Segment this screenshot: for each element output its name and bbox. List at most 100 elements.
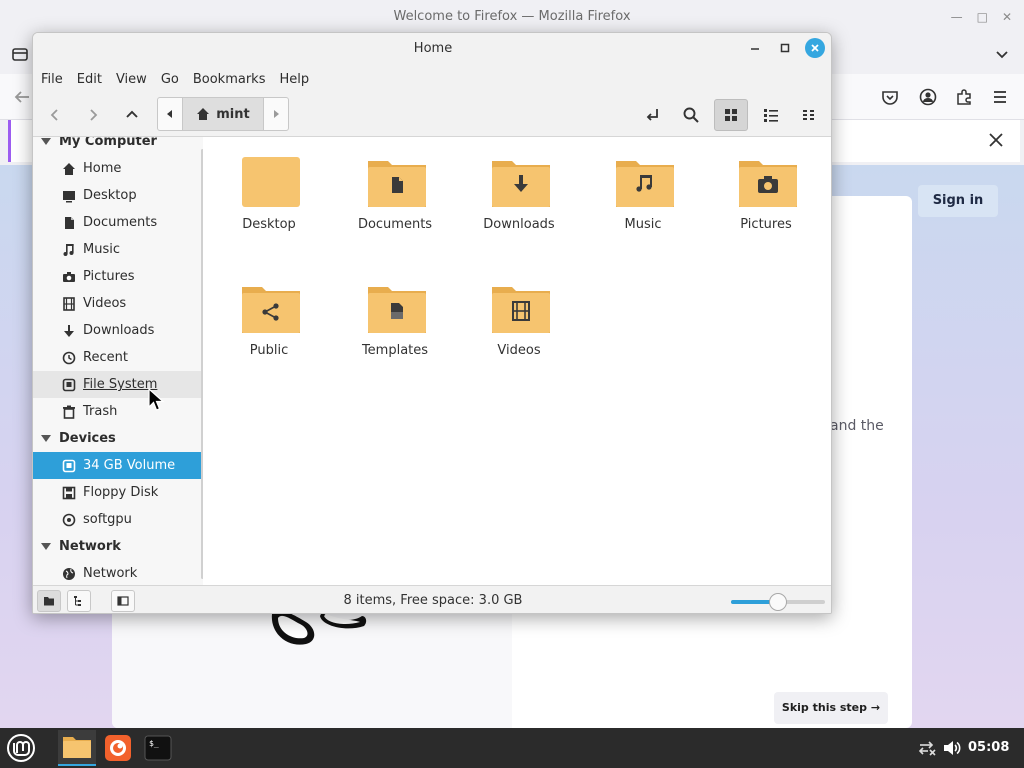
sidebar-item-downloads[interactable]: Downloads: [33, 317, 203, 344]
file-item-pictures[interactable]: Pictures: [711, 137, 821, 237]
menu-edit[interactable]: Edit: [77, 72, 110, 87]
sidebar-item-documents[interactable]: Documents: [33, 209, 203, 236]
triangle-right-icon: [274, 110, 279, 118]
sidebar-item-network[interactable]: Network: [33, 560, 203, 585]
sidebar-item-label: Trash: [83, 404, 118, 419]
list-view-button[interactable]: [757, 101, 785, 129]
sidebar-section-network[interactable]: Network: [33, 533, 203, 560]
tab-manager-icon[interactable]: [10, 44, 30, 64]
pocket-icon[interactable]: [880, 87, 900, 107]
back-button[interactable]: [41, 101, 69, 129]
file-item-music[interactable]: Music: [588, 137, 698, 237]
toolbar: mint: [33, 93, 831, 137]
file-item-videos[interactable]: Videos: [464, 263, 574, 363]
folder-public-icon: [242, 287, 300, 333]
minimize-icon: [751, 48, 759, 50]
up-button[interactable]: [118, 101, 146, 129]
volume-icon[interactable]: [942, 738, 962, 758]
firefox-window-controls: — □ ✕: [951, 0, 1012, 34]
taskbar: $_ 05:08: [0, 728, 1024, 768]
file-item-documents[interactable]: Documents: [340, 137, 450, 237]
path-right-button[interactable]: [264, 98, 288, 130]
path-crumb-home[interactable]: mint: [182, 98, 264, 130]
chevron-down-icon[interactable]: [992, 44, 1012, 64]
sidebar-section-label: My Computer: [59, 137, 157, 149]
close-icon[interactable]: ✕: [1002, 10, 1012, 24]
list-icon: [764, 109, 778, 122]
skip-step-button[interactable]: Skip this step →: [774, 692, 888, 724]
account-icon[interactable]: [918, 87, 938, 107]
sidebar-section-my-computer[interactable]: My Computer: [33, 137, 203, 155]
expander-icon: [41, 138, 51, 145]
path-left-button[interactable]: [158, 98, 182, 130]
compact-view-button[interactable]: [795, 101, 823, 129]
forward-button[interactable]: [79, 101, 107, 129]
file-item-desktop[interactable]: Desktop: [214, 137, 324, 237]
hamburger-menu-icon[interactable]: [990, 87, 1010, 107]
file-name: Pictures: [740, 217, 792, 232]
zoom-slider-handle[interactable]: [769, 593, 787, 611]
taskbar-terminal-button[interactable]: $_: [139, 730, 177, 766]
floppy-icon: [61, 485, 77, 501]
sidebar-item-label: Music: [83, 242, 120, 257]
sidebar-item-music[interactable]: Music: [33, 236, 203, 263]
close-button[interactable]: [805, 38, 825, 58]
close-icon[interactable]: [986, 130, 1006, 150]
minimize-icon[interactable]: —: [951, 10, 963, 24]
file-item-public[interactable]: Public: [214, 263, 324, 363]
disc-icon: [61, 512, 77, 528]
sidebar-item-recent[interactable]: Recent: [33, 344, 203, 371]
search-button[interactable]: [677, 101, 705, 129]
network-disconnected-icon[interactable]: [917, 738, 937, 758]
menu-go[interactable]: Go: [161, 72, 187, 87]
file-name: Documents: [357, 217, 433, 232]
trash-icon: [61, 404, 77, 420]
open-terminal-button[interactable]: [639, 101, 667, 129]
menu-view[interactable]: View: [116, 72, 155, 87]
home-icon: [61, 161, 77, 177]
expander-icon: [41, 435, 51, 442]
file-name: Music: [624, 217, 662, 232]
menu-bookmarks[interactable]: Bookmarks: [193, 72, 274, 87]
sign-in-button[interactable]: Sign in: [918, 185, 998, 217]
expander-icon: [41, 543, 51, 550]
status-bar: 8 items, Free space: 3.0 GB: [33, 585, 831, 613]
menu-help[interactable]: Help: [279, 72, 317, 87]
sidebar-item-videos[interactable]: Videos: [33, 290, 203, 317]
folder-pictures-icon: [739, 161, 797, 207]
menu-file[interactable]: File: [41, 72, 71, 87]
folder-downloads-icon: [492, 161, 550, 207]
sidebar-item-34gb-volume[interactable]: 34 GB Volume: [33, 452, 203, 479]
sidebar-item-softgpu[interactable]: softgpu: [33, 506, 203, 533]
file-item-downloads[interactable]: Downloads: [464, 137, 574, 237]
start-menu-button[interactable]: [2, 730, 40, 766]
file-manager-window: Home File Edit View Go Bookmarks Help mi…: [32, 32, 832, 614]
zoom-slider[interactable]: [731, 593, 825, 611]
extensions-icon[interactable]: [954, 87, 974, 107]
window-title: Home: [33, 33, 831, 65]
sidebar-item-pictures[interactable]: Pictures: [33, 263, 203, 290]
sidebar-item-label: Pictures: [83, 269, 135, 284]
file-name: Videos: [497, 343, 541, 358]
back-arrow-icon[interactable]: [12, 87, 32, 107]
file-view: Desktop Documents Downloads Music Pictur…: [203, 137, 831, 585]
chevron-left-icon: [50, 109, 58, 121]
sidebar-item-desktop[interactable]: Desktop: [33, 182, 203, 209]
clock[interactable]: 05:08: [968, 740, 1009, 755]
icon-view-button[interactable]: [714, 99, 748, 131]
path-crumb-label: mint: [216, 106, 250, 122]
home-icon: [197, 108, 210, 120]
sidebar-item-trash[interactable]: Trash: [33, 398, 203, 425]
taskbar-firefox-button[interactable]: [99, 730, 137, 766]
folder-videos-icon: [492, 287, 550, 333]
minimize-button[interactable]: [745, 38, 765, 58]
sidebar-item-home[interactable]: Home: [33, 155, 203, 182]
maximize-icon[interactable]: □: [977, 10, 988, 24]
sidebar-item-label: Recent: [83, 350, 128, 365]
file-item-templates[interactable]: Templates: [340, 263, 450, 363]
sidebar-item-floppy-disk[interactable]: Floppy Disk: [33, 479, 203, 506]
maximize-button[interactable]: [775, 38, 795, 58]
sidebar-section-devices[interactable]: Devices: [33, 425, 203, 452]
sidebar-item-file-system[interactable]: File System: [33, 371, 203, 398]
taskbar-files-button[interactable]: [58, 730, 96, 766]
